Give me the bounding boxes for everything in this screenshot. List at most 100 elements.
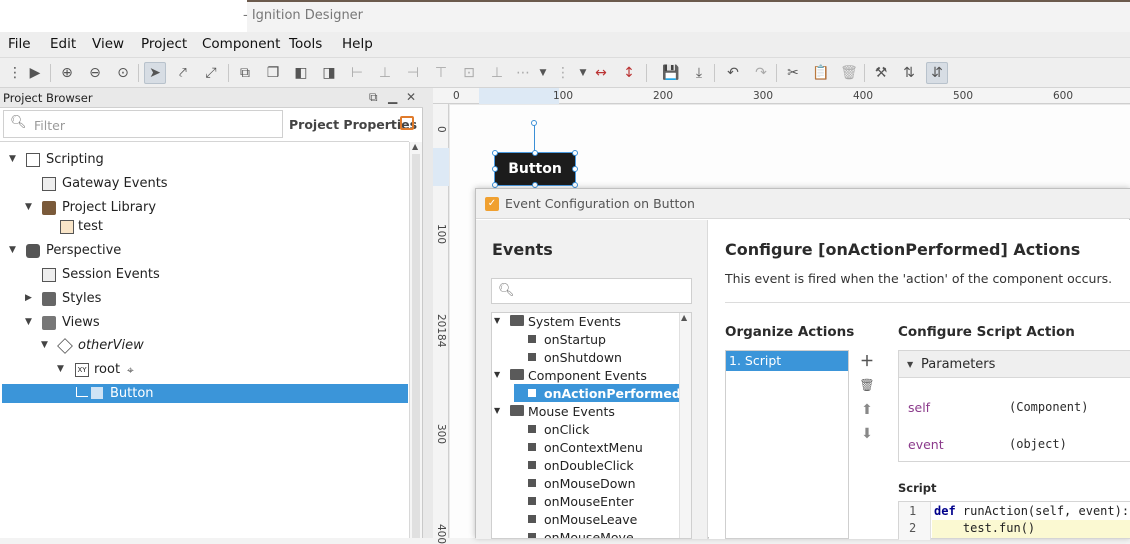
- delete-icon[interactable]: 🗑: [838, 62, 860, 84]
- cut-icon[interactable]: ✂: [782, 62, 804, 84]
- close-icon[interactable]: ✕: [406, 90, 416, 104]
- resize-handle[interactable]: [532, 150, 538, 156]
- connector-icon[interactable]: ⤢: [200, 62, 222, 84]
- event-item-onshutdown[interactable]: onShutdown: [494, 349, 674, 367]
- distribute-vertical-icon[interactable]: ⋮: [552, 62, 574, 84]
- event-folder-mouse-events[interactable]: ▼ Mouse Events: [494, 403, 674, 421]
- event-folder-component-events[interactable]: ▼ Component Events: [494, 367, 674, 385]
- menu-project[interactable]: Project: [141, 36, 187, 52]
- tree-item-root[interactable]: ▼ XY root ⌖: [0, 360, 409, 382]
- align-center-icon[interactable]: ⊥: [374, 62, 396, 84]
- minimize-panel-icon[interactable]: ▁: [388, 90, 397, 104]
- resize-handle[interactable]: [492, 150, 498, 156]
- save-icon[interactable]: 💾: [660, 62, 682, 84]
- send-backward-icon[interactable]: ◨: [318, 62, 340, 84]
- script-editor[interactable]: 1 2 def runAction(self, event): test.fun…: [898, 501, 1130, 540]
- align-bottom-icon[interactable]: ⊥: [486, 62, 508, 84]
- ungroup-icon[interactable]: ❐: [262, 62, 284, 84]
- selection-tool-icon[interactable]: ➤: [144, 62, 166, 84]
- tree-item-scripting[interactable]: ▼ Scripting: [0, 150, 409, 172]
- tree-item-session-events[interactable]: Session Events: [0, 265, 409, 287]
- event-item-onmouseleave[interactable]: onMouseLeave: [494, 511, 674, 529]
- collapse-arrow-icon[interactable]: ▶: [25, 293, 35, 303]
- expand-arrow-icon[interactable]: ▼: [41, 340, 51, 350]
- tree-item-styles[interactable]: ▶ Styles: [0, 289, 409, 311]
- event-item-onmouseenter[interactable]: onMouseEnter: [494, 493, 674, 511]
- import-icon[interactable]: ⤓: [688, 62, 710, 84]
- same-height-icon[interactable]: ↕: [618, 62, 640, 84]
- action-item-script[interactable]: 1. Script: [726, 351, 848, 371]
- zoom-in-icon[interactable]: ⊕: [56, 62, 78, 84]
- event-item-onactionperformed[interactable]: onActionPerformed*: [494, 385, 687, 403]
- group-icon[interactable]: ⧉: [234, 62, 256, 84]
- filter-input[interactable]: 🔍︎ Filter: [3, 110, 283, 138]
- flip-icon[interactable]: ⇅: [898, 62, 920, 84]
- event-item-onstartup[interactable]: onStartup: [494, 331, 674, 349]
- menu-file[interactable]: File: [8, 36, 31, 52]
- expand-arrow-icon[interactable]: ▼: [9, 154, 19, 164]
- menu-view[interactable]: View: [92, 36, 124, 52]
- expand-arrow-icon[interactable]: ▼: [57, 364, 67, 374]
- event-item-onmousedown[interactable]: onMouseDown: [494, 475, 674, 493]
- resize-handle[interactable]: [492, 166, 498, 172]
- add-action-icon[interactable]: ＋: [859, 351, 875, 370]
- same-width-icon[interactable]: ↔: [590, 62, 612, 84]
- move-up-icon[interactable]: ⬆: [859, 402, 875, 418]
- expand-arrow-icon[interactable]: ▼: [25, 317, 35, 327]
- zoom-out-icon[interactable]: ⊖: [84, 62, 106, 84]
- event-folder-system-events[interactable]: ▼ System Events: [494, 313, 674, 331]
- event-tree-scrollbar[interactable]: ▲: [679, 313, 691, 538]
- delete-action-icon[interactable]: 🗑: [859, 378, 875, 394]
- zoom-fit-icon[interactable]: ⊙: [112, 62, 134, 84]
- expand-arrow-icon[interactable]: ▼: [494, 370, 500, 379]
- tool-icon[interactable]: ⚒: [870, 62, 892, 84]
- parameters-header[interactable]: ▼ Parameters: [899, 351, 1130, 378]
- event-search-input[interactable]: 🔍︎: [491, 278, 692, 304]
- vertical-split-icon[interactable]: ⇵: [926, 62, 948, 84]
- bring-forward-icon[interactable]: ◧: [290, 62, 312, 84]
- tree-item-views[interactable]: ▼ Views: [0, 313, 409, 335]
- tree-item-test[interactable]: test: [0, 217, 409, 239]
- undo-icon[interactable]: ↶: [722, 62, 744, 84]
- align-right-icon[interactable]: ⊣: [402, 62, 424, 84]
- play-icon[interactable]: ▶: [24, 62, 46, 84]
- tree-item-gateway-events[interactable]: Gateway Events: [0, 174, 409, 196]
- menu-help[interactable]: Help: [342, 36, 373, 52]
- code-line-1[interactable]: def runAction(self, event):: [934, 504, 1129, 518]
- distribute-horizontal-icon[interactable]: ⋯: [512, 62, 534, 84]
- tree-item-button[interactable]: Button: [0, 384, 409, 406]
- tree-item-perspective[interactable]: ▼ Perspective: [0, 241, 409, 263]
- float-panel-icon[interactable]: ⧉: [369, 90, 378, 105]
- draw-path-icon[interactable]: ⤤: [172, 62, 194, 84]
- expand-arrow-icon[interactable]: ▼: [907, 360, 913, 369]
- event-item-onclick[interactable]: onClick: [494, 421, 674, 439]
- project-properties-link[interactable]: Project Properties: [289, 117, 417, 132]
- align-left-icon[interactable]: ⊢: [346, 62, 368, 84]
- target-icon[interactable]: ⌖: [127, 363, 141, 377]
- scroll-up-icon[interactable]: ▲: [412, 142, 418, 151]
- expand-arrow-icon[interactable]: ▼: [494, 316, 500, 325]
- paste-icon[interactable]: 📋: [810, 62, 832, 84]
- scroll-up-icon[interactable]: ▲: [681, 313, 687, 322]
- menu-tools[interactable]: Tools: [289, 36, 322, 52]
- move-down-icon[interactable]: ⬇: [859, 426, 875, 442]
- redo-icon[interactable]: ↷: [750, 62, 772, 84]
- event-item-oncontextmenu[interactable]: onContextMenu: [494, 439, 674, 457]
- tree-item-otherview[interactable]: ▼ otherView: [0, 336, 409, 358]
- resize-handle[interactable]: [572, 166, 578, 172]
- code-line-2[interactable]: test.fun(): [934, 521, 1035, 535]
- chevron-down-icon[interactable]: ▼: [532, 62, 554, 84]
- resize-handle[interactable]: [572, 150, 578, 156]
- expand-arrow-icon[interactable]: ▼: [9, 245, 19, 255]
- project-properties-icon[interactable]: [400, 116, 414, 130]
- canvas-button-component[interactable]: Button: [494, 152, 576, 186]
- menu-edit[interactable]: Edit: [50, 36, 76, 52]
- dialog-title-bar[interactable]: ✓ Event Configuration on Button: [476, 189, 1130, 219]
- menu-component[interactable]: Component: [202, 36, 280, 52]
- align-middle-icon[interactable]: ⊡: [458, 62, 480, 84]
- event-item-ondoubleclick[interactable]: onDoubleClick: [494, 457, 674, 475]
- expand-arrow-icon[interactable]: ▼: [25, 202, 35, 212]
- vertical-scrollbar[interactable]: ▲: [409, 142, 422, 538]
- rotation-handle[interactable]: [531, 120, 537, 126]
- expand-arrow-icon[interactable]: ▼: [494, 406, 500, 415]
